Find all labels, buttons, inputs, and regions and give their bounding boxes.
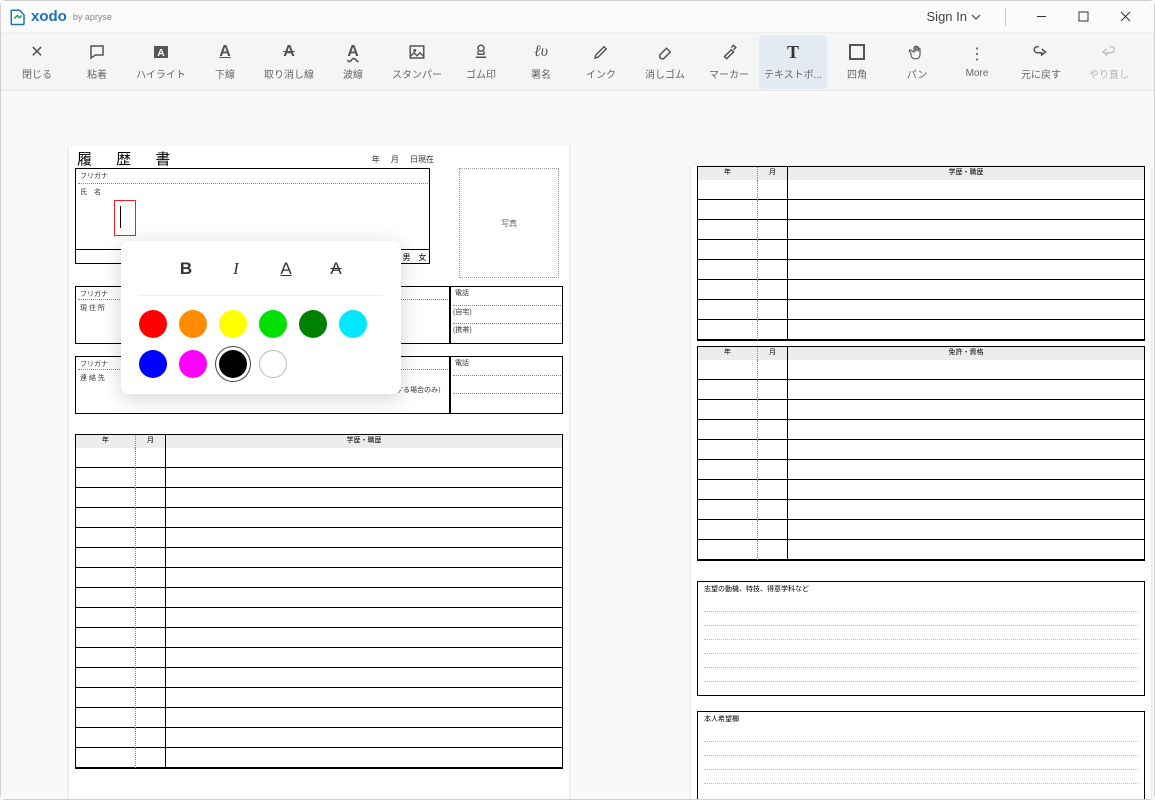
pen-icon bbox=[592, 42, 610, 62]
undo-tool[interactable]: 元に戻す bbox=[1007, 35, 1075, 89]
signature-tool[interactable]: ℓυ署名 bbox=[511, 35, 571, 89]
name-label: 氏 名 bbox=[80, 187, 101, 197]
marker-tool[interactable]: マーカー bbox=[699, 35, 759, 89]
color-swatches bbox=[139, 296, 383, 378]
highlight-icon: A bbox=[152, 42, 170, 62]
square-tool[interactable]: 四角 bbox=[827, 35, 887, 89]
square-icon bbox=[848, 42, 866, 62]
photo-box: 写真 bbox=[459, 168, 559, 278]
swatch-magenta[interactable] bbox=[179, 350, 207, 378]
swatch-blue[interactable] bbox=[139, 350, 167, 378]
address-label: 現 住 所 bbox=[80, 303, 105, 313]
strikeout-tool[interactable]: A取り消し線 bbox=[255, 35, 323, 89]
history-table-2: 年 月 学歴・職歴 bbox=[697, 166, 1145, 341]
squiggly-tool[interactable]: A波線 bbox=[323, 35, 383, 89]
marker-icon bbox=[720, 42, 738, 62]
history-table-1: 年 月 学歴・職歴 bbox=[75, 434, 563, 769]
eraser-tool[interactable]: 消しゴム bbox=[631, 35, 699, 89]
swatch-orange[interactable] bbox=[179, 310, 207, 338]
swatch-lime[interactable] bbox=[259, 310, 287, 338]
svg-text:A: A bbox=[157, 48, 164, 59]
pan-tool[interactable]: パン bbox=[887, 35, 947, 89]
strikeout-icon: A bbox=[283, 42, 295, 62]
swatch-cyan[interactable] bbox=[339, 310, 367, 338]
license-table: 年 月 免許・資格 bbox=[697, 346, 1145, 561]
phone-box-2: 電話 bbox=[450, 356, 563, 414]
furigana-label: フリガナ bbox=[80, 171, 108, 181]
stamper-tool[interactable]: スタンパー bbox=[383, 35, 451, 89]
more-tool[interactable]: ⋮More bbox=[947, 35, 1007, 89]
contact-label: 連 絡 先 bbox=[80, 373, 105, 383]
strike-button[interactable]: A bbox=[321, 257, 351, 281]
workspace[interactable]: 履 歴 書 年 月 日現在 フリガナ 氏 名 男 女 写真 フリガナ 現 住 所 bbox=[1, 91, 1154, 799]
sticky-icon bbox=[88, 42, 106, 62]
app-logo: xodo by apryse bbox=[9, 8, 112, 26]
swatch-red[interactable] bbox=[139, 310, 167, 338]
sticky-tool[interactable]: 粘着 bbox=[67, 35, 127, 89]
logo-icon bbox=[9, 8, 27, 26]
redo-tool[interactable]: やり直し bbox=[1075, 35, 1143, 89]
text-annotation[interactable] bbox=[114, 200, 136, 236]
underline-button[interactable]: A bbox=[271, 257, 301, 281]
close-icon: ✕ bbox=[30, 42, 43, 62]
app-name: xodo bbox=[31, 8, 67, 25]
swatch-yellow[interactable] bbox=[219, 310, 247, 338]
underline-icon: A bbox=[219, 42, 231, 62]
italic-button[interactable]: I bbox=[221, 257, 251, 281]
highlight-tool[interactable]: Aハイライト bbox=[127, 35, 195, 89]
textbox-tool[interactable]: Tテキストボ... bbox=[759, 35, 827, 89]
text-style-popup: B I A A bbox=[121, 241, 401, 394]
toolbar: ✕閉じる 粘着 Aハイライト A下線 A取り消し線 A波線 スタンパー ゴム印 … bbox=[1, 33, 1154, 91]
stamp-icon bbox=[472, 42, 490, 62]
chevron-down-icon bbox=[971, 12, 981, 22]
close-tool[interactable]: ✕閉じる bbox=[7, 35, 67, 89]
undo-icon bbox=[1032, 42, 1050, 62]
rubber-tool[interactable]: ゴム印 bbox=[451, 35, 511, 89]
eraser-icon bbox=[656, 42, 674, 62]
app-subtitle: by apryse bbox=[73, 12, 112, 22]
more-icon: ⋮ bbox=[969, 44, 985, 64]
signature-icon: ℓυ bbox=[534, 42, 548, 62]
motives-box: 志望の動機、特技、得意学科など bbox=[697, 581, 1145, 696]
redo-icon bbox=[1100, 42, 1118, 62]
swatch-green[interactable] bbox=[299, 310, 327, 338]
swatch-none[interactable] bbox=[259, 350, 287, 378]
image-icon bbox=[408, 42, 426, 62]
close-window-button[interactable] bbox=[1104, 3, 1146, 31]
maximize-button[interactable] bbox=[1062, 3, 1104, 31]
bold-button[interactable]: B bbox=[171, 257, 201, 281]
date-line: 年 月 日現在 bbox=[372, 154, 434, 165]
doc-title: 履 歴 書 bbox=[77, 148, 180, 169]
minimize-button[interactable] bbox=[1020, 3, 1062, 31]
requests-box: 本人希望欄 bbox=[697, 711, 1145, 799]
squiggly-icon: A bbox=[347, 42, 359, 62]
swatch-black[interactable] bbox=[219, 350, 247, 378]
hand-icon bbox=[908, 42, 926, 62]
phone-box-1: 電話 (自宅) (携帯) bbox=[450, 286, 563, 344]
titlebar: xodo by apryse Sign In bbox=[1, 1, 1154, 33]
signin-button[interactable]: Sign In bbox=[917, 5, 991, 28]
underline-tool[interactable]: A下線 bbox=[195, 35, 255, 89]
text-icon: T bbox=[787, 42, 799, 62]
ink-tool[interactable]: インク bbox=[571, 35, 631, 89]
divider bbox=[1005, 8, 1006, 26]
page-2[interactable]: 年 月 学歴・職歴 年 月 免許・資格 志望の動機、特技、得意学科など 本人 bbox=[691, 166, 1151, 799]
signin-label: Sign In bbox=[927, 9, 967, 24]
